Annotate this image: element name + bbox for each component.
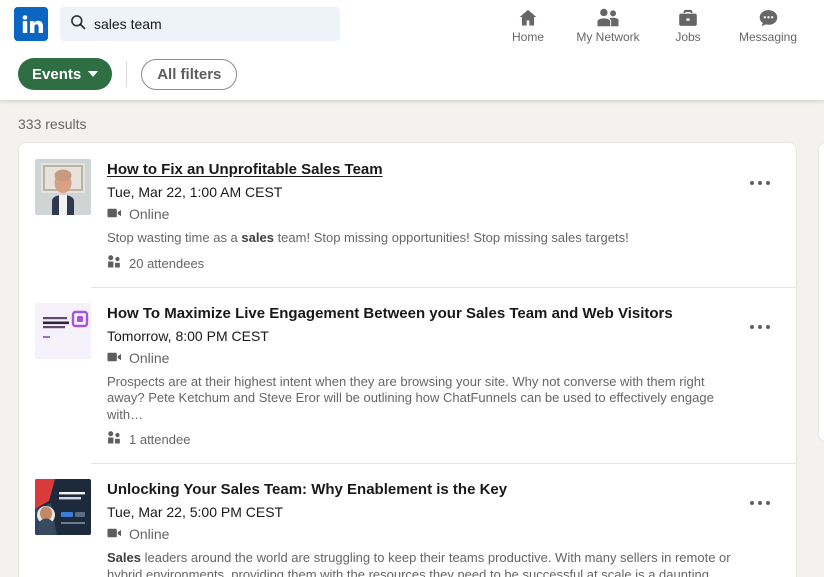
- event-details: Unlocking Your Sales Team: Why Enablemen…: [107, 479, 732, 577]
- desc-pre: Stop wasting time as a: [107, 230, 242, 245]
- desc-post: leaders around the world are struggling …: [107, 550, 731, 577]
- filter-bar: Events All filters: [0, 48, 824, 100]
- event-mode-label: Online: [129, 349, 170, 366]
- right-rail-card: [818, 142, 824, 442]
- event-attendees: 20 attendees: [107, 254, 732, 273]
- home-icon: [517, 7, 539, 29]
- event-date: Tomorrow, 8:00 PM CEST: [107, 327, 269, 344]
- event-result-row[interactable]: How To Maximize Live Engagement Between …: [19, 286, 796, 464]
- video-camera-icon: [107, 525, 122, 543]
- nav-label-messaging: Messaging: [738, 30, 798, 44]
- desc-post: team! Stop missing opportunities! Stop m…: [273, 230, 629, 245]
- results-list-card: How to Fix an Unprofitable Sales Team Tu…: [18, 142, 797, 577]
- chevron-down-icon: [88, 71, 99, 77]
- event-details: How to Fix an Unprofitable Sales Team Tu…: [107, 159, 732, 273]
- event-description: Prospects are at their highest intent wh…: [107, 374, 732, 424]
- overflow-menu-icon[interactable]: [740, 163, 780, 203]
- event-details: How To Maximize Live Engagement Between …: [107, 303, 732, 450]
- all-filters-label: All filters: [157, 65, 222, 83]
- desc-highlight: sales: [241, 230, 274, 245]
- event-date: Tue, Mar 22, 1:00 AM CEST: [107, 184, 283, 200]
- event-date: Tue, Mar 22, 5:00 PM CEST: [107, 504, 284, 520]
- event-result-row[interactable]: Unlocking Your Sales Team: Why Enablemen…: [19, 463, 796, 577]
- nav-item-messaging[interactable]: Messaging: [728, 4, 808, 44]
- search-icon: [70, 14, 86, 35]
- people-icon: [107, 431, 121, 449]
- search-results-region: 333 results How to Fix an Unprofitable S…: [0, 100, 824, 577]
- filter-divider: [126, 61, 128, 87]
- overflow-dot: [758, 501, 762, 505]
- event-title-link[interactable]: Unlocking Your Sales Team: Why Enablemen…: [107, 480, 507, 499]
- search-input[interactable]: [94, 7, 330, 41]
- event-mode-label: Online: [129, 206, 170, 222]
- event-result-row[interactable]: How to Fix an Unprofitable Sales Team Tu…: [19, 143, 796, 287]
- event-mode: Online: [107, 349, 732, 367]
- nav-label-jobs: Jobs: [675, 30, 701, 44]
- event-thumbnail[interactable]: [35, 159, 91, 215]
- event-thumbnail[interactable]: [35, 302, 91, 359]
- overflow-dot: [758, 181, 762, 185]
- overflow-dot: [750, 181, 754, 185]
- results-layout: How to Fix an Unprofitable Sales Team Tu…: [0, 142, 824, 577]
- nav-item-my-network[interactable]: My Network: [568, 4, 648, 44]
- overflow-dot: [758, 324, 762, 329]
- event-mode-label: Online: [129, 526, 170, 542]
- event-attendees: 1 attendee: [107, 431, 732, 449]
- desc-highlight: Sales: [107, 550, 141, 565]
- jobs-icon: [677, 7, 699, 29]
- overflow-dot: [750, 501, 754, 505]
- filter-events-label: Events: [32, 65, 82, 83]
- event-attendees-label: 20 attendees: [129, 255, 205, 271]
- overflow-menu-icon[interactable]: [740, 483, 780, 523]
- overflow-dot: [766, 501, 770, 505]
- my-network-icon: [596, 7, 620, 29]
- nav-item-home[interactable]: Home: [488, 4, 568, 44]
- event-description: Stop wasting time as a sales team! Stop …: [107, 230, 732, 247]
- event-attendees-label: 1 attendee: [129, 432, 191, 447]
- video-camera-icon: [107, 349, 122, 367]
- messaging-icon: [757, 7, 780, 29]
- top-navigation-bar: Home My Network Jobs: [0, 0, 824, 48]
- video-camera-icon: [107, 205, 122, 223]
- people-icon: [107, 254, 121, 273]
- event-description: Sales leaders around the world are strug…: [107, 550, 732, 577]
- linkedin-logo-icon[interactable]: [14, 7, 48, 41]
- search-box[interactable]: [60, 7, 340, 41]
- results-count: 333 results: [18, 116, 87, 132]
- filter-events-button[interactable]: Events: [18, 58, 113, 90]
- event-thumbnail[interactable]: [35, 479, 91, 535]
- overflow-dot: [766, 181, 770, 185]
- primary-nav-items: Home My Network Jobs Messaging: [488, 4, 812, 44]
- nav-item-jobs[interactable]: Jobs: [648, 4, 728, 44]
- overflow-dot: [766, 324, 770, 329]
- desc-pre: Prospects are at their highest intent wh…: [107, 373, 714, 422]
- all-filters-button[interactable]: All filters: [141, 58, 238, 90]
- event-mode: Online: [107, 205, 732, 223]
- overflow-menu-icon[interactable]: [740, 307, 780, 347]
- overflow-dot: [750, 324, 754, 329]
- event-title-link[interactable]: How To Maximize Live Engagement Between …: [107, 304, 673, 323]
- event-title-link[interactable]: How to Fix an Unprofitable Sales Team: [107, 160, 383, 179]
- nav-label-my-network: My Network: [576, 30, 640, 44]
- nav-label-home: Home: [511, 30, 544, 44]
- event-mode: Online: [107, 525, 732, 543]
